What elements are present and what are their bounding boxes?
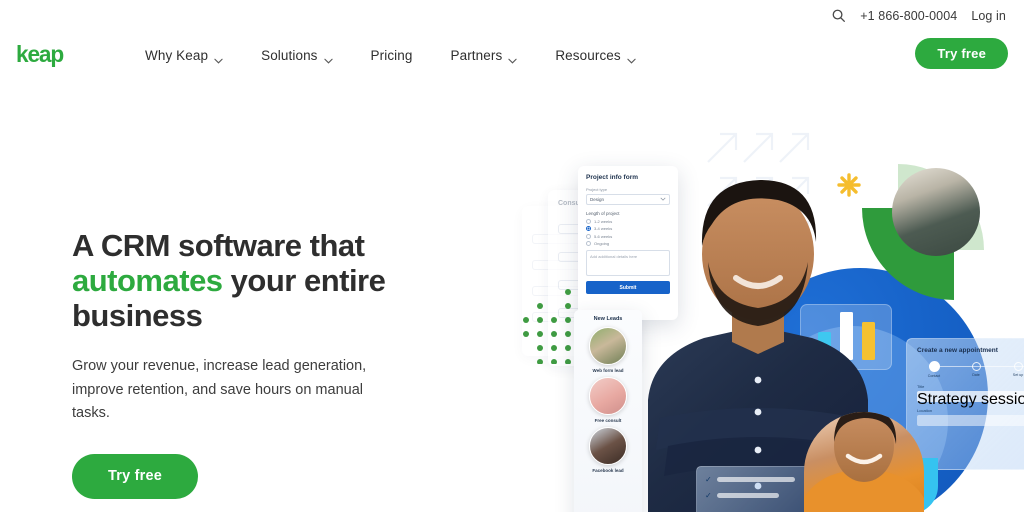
phone-number-link[interactable]: +1 866-800-0004 — [860, 9, 957, 23]
nav-label: Pricing — [370, 47, 413, 63]
radio-dot — [586, 241, 591, 246]
check-icon: ✓ — [705, 491, 712, 500]
chevron-down-icon — [214, 52, 223, 64]
nav-label: Solutions — [261, 47, 318, 63]
hero-subtitle: Grow your revenue, increase lead generat… — [72, 358, 367, 422]
checklist-line — [716, 493, 779, 498]
step-item[interactable]: Set up — [1001, 362, 1024, 377]
step-connector-line — [931, 366, 1024, 367]
checklist-line — [716, 477, 795, 482]
svg-text:keap: keap — [16, 41, 63, 67]
step-label: Date — [972, 373, 980, 377]
nav-item-why-keap[interactable]: Why Keap — [126, 47, 242, 64]
nav-label: Why Keap — [145, 47, 209, 63]
step-item[interactable]: Contact — [917, 361, 951, 378]
create-appointment-card: Create a new appointment Contact Date Se… — [906, 338, 1024, 470]
appointment-steps: Contact Date Set up Options — [917, 361, 1024, 378]
step-item[interactable]: Date — [959, 362, 993, 377]
search-icon[interactable] — [831, 8, 846, 23]
radio-label: Ongoing — [594, 241, 610, 246]
keap-homepage-hero: +1 866-800-0004 Log in keap Why Keap Sol… — [0, 0, 1024, 512]
appointment-field1-input[interactable]: Strategy session — [917, 391, 1024, 408]
try-free-nav-button[interactable]: Try free — [915, 38, 1008, 69]
nav-item-partners[interactable]: Partners — [432, 47, 537, 64]
appointment-field1-label: Title — [917, 384, 925, 389]
utility-bar: +1 866-800-0004 Log in — [831, 8, 1006, 23]
check-icon: ✓ — [705, 475, 712, 484]
radio-dot-selected — [586, 226, 591, 231]
login-link[interactable]: Log in — [971, 9, 1006, 23]
checklist-row: ✓ — [705, 475, 807, 484]
step-label: Set up — [1012, 373, 1024, 377]
main-navigation: keap Why Keap Solutions Pricing Partners — [0, 36, 1024, 74]
hero-copy: A CRM software that automates your entir… — [72, 228, 472, 512]
appointment-card-title: Create a new appointment — [917, 347, 998, 354]
keap-logo[interactable]: keap — [16, 40, 84, 70]
nav-item-resources[interactable]: Resources — [536, 47, 654, 64]
radio-dot — [586, 233, 591, 239]
hero-illustration: Consult f Project info form Project type… — [500, 128, 1024, 512]
checklist-row: ✓ — [705, 491, 807, 500]
radio-dot — [586, 218, 591, 224]
nav-links: Why Keap Solutions Pricing Partners Reso… — [126, 47, 655, 64]
chevron-down-icon — [627, 52, 636, 64]
step-label: Contact — [927, 374, 941, 378]
nav-item-solutions[interactable]: Solutions — [242, 47, 351, 64]
headline-line-3: business — [72, 298, 203, 334]
nav-item-pricing[interactable]: Pricing — [352, 48, 432, 63]
chevron-down-icon — [323, 52, 333, 64]
headline-line-1: A CRM software that — [72, 228, 365, 263]
appointment-field2-input[interactable] — [917, 415, 1024, 426]
hero-headline: A CRM software that automates your entir… — [72, 228, 472, 333]
nav-label: Resources — [555, 47, 621, 63]
headline-accent-word: automates — [72, 263, 223, 299]
project-type-value: Design — [590, 196, 605, 202]
chevron-down-icon — [508, 52, 517, 64]
appointment-field2-label: Location — [917, 408, 933, 413]
try-free-hero-button[interactable]: Try free — [72, 453, 198, 499]
checklist-card: ✓ ✓ — [696, 466, 816, 512]
headline-line-2-rest: your entire — [222, 263, 386, 299]
nav-label: Partners — [450, 47, 503, 63]
